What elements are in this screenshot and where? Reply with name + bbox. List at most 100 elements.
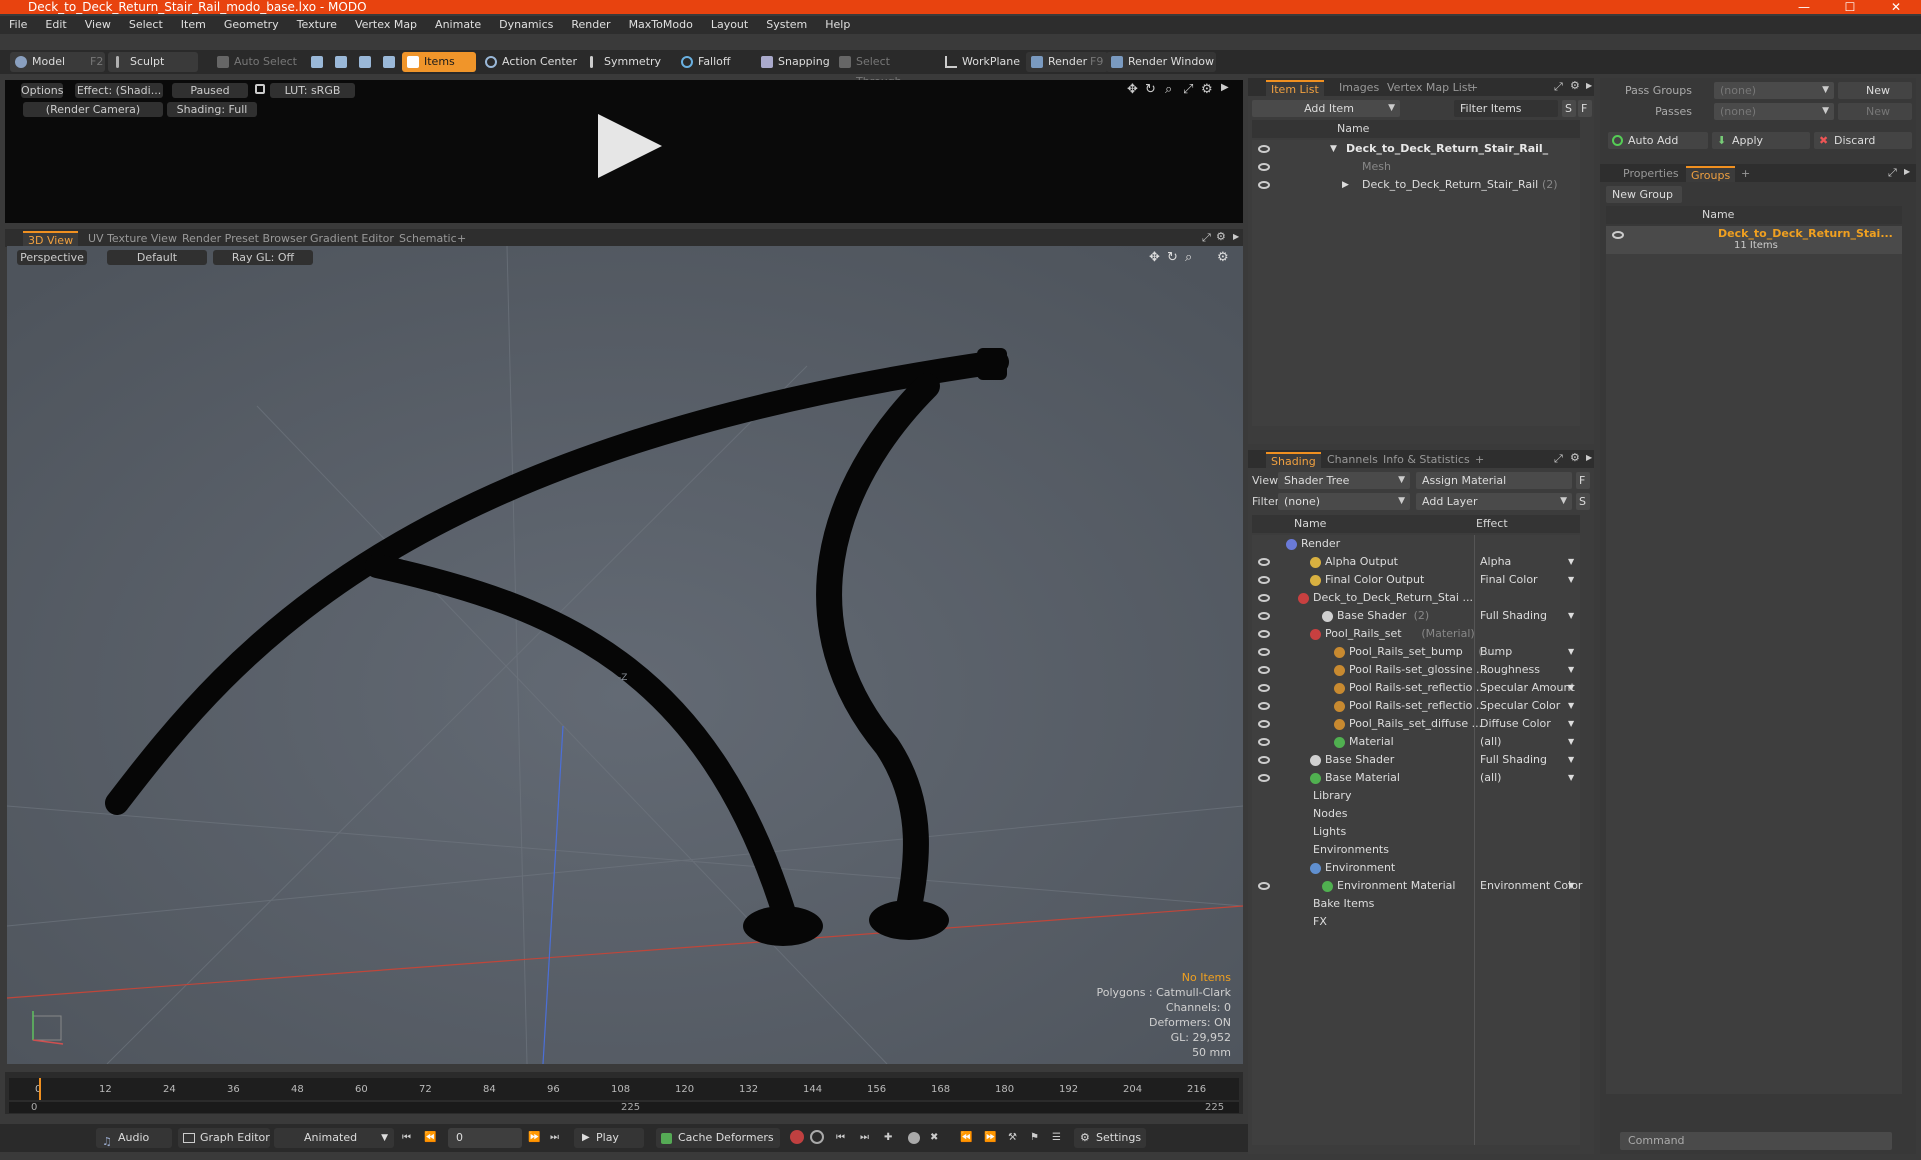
tab-properties[interactable]: Properties xyxy=(1618,166,1684,182)
shading-f-button[interactable]: F xyxy=(1576,472,1590,489)
layer-effect[interactable]: Roughness xyxy=(1480,661,1540,679)
preview-paused-toggle[interactable]: Paused xyxy=(172,83,248,98)
eye-icon[interactable] xyxy=(1258,882,1270,890)
menu-select[interactable]: Select xyxy=(120,16,172,34)
eye-icon[interactable] xyxy=(1258,648,1270,656)
gear-icon[interactable]: ⚙ xyxy=(1570,79,1580,92)
layer-effect[interactable]: Bump xyxy=(1480,643,1512,661)
menu-help[interactable]: Help xyxy=(816,16,859,34)
shader-tree-row[interactable]: Pool Rails-set_glossine ... Roughness ▼ xyxy=(1252,661,1580,679)
sculpt-mode-button[interactable]: Sculpt xyxy=(108,52,198,72)
layer-effect[interactable]: Diffuse Color xyxy=(1480,715,1551,733)
chevron-down-icon[interactable]: ▼ xyxy=(1568,769,1574,787)
apply-button[interactable]: ⬇ Apply xyxy=(1712,132,1810,149)
snapping-button[interactable]: Snapping xyxy=(756,52,842,72)
arrow-right-icon[interactable]: ▶ xyxy=(1233,232,1239,241)
shader-tree-row[interactable]: Pool_Rails_set (Material) xyxy=(1252,625,1580,643)
filter-items-input[interactable]: Filter Items xyxy=(1454,100,1558,117)
3d-viewport[interactable]: -Z Perspective Default Ray GL: Off ✥ ↻ ⌕… xyxy=(7,246,1243,1064)
eye-icon[interactable] xyxy=(1258,594,1270,602)
eye-icon[interactable] xyxy=(1258,630,1270,638)
add-tab-button[interactable]: + xyxy=(1470,452,1489,468)
action-center-button[interactable]: Action Center xyxy=(480,52,580,72)
key-prev-frame-icon[interactable]: ⏪ xyxy=(960,1132,972,1143)
shader-tree-row[interactable]: Bake Items xyxy=(1252,895,1580,913)
layer-effect[interactable]: Specular Amount xyxy=(1480,679,1575,697)
menu-vertex-map[interactable]: Vertex Map xyxy=(346,16,426,34)
items-mode-button[interactable]: Items xyxy=(402,52,476,72)
list-item[interactable]: Mesh xyxy=(1252,158,1580,176)
frame-input[interactable]: 0 xyxy=(448,1128,522,1148)
tab-groups[interactable]: Groups xyxy=(1686,166,1736,182)
maximize-icon[interactable]: ⤢ xyxy=(1202,231,1211,245)
shader-tree-row[interactable]: Pool Rails-set_reflectio ... Specular Col… xyxy=(1252,697,1580,715)
shader-tree-row[interactable]: Pool Rails-set_reflectio ... Specular Amo… xyxy=(1252,679,1580,697)
polygons-mode-button[interactable] xyxy=(354,52,376,72)
render-camera-dropdown[interactable]: (Render Camera) xyxy=(23,102,163,117)
chevron-down-icon[interactable]: ▼ xyxy=(1568,553,1574,571)
shader-tree-row[interactable]: Pool_Rails_set_diffuse ... Diffuse Color ▼ xyxy=(1252,715,1580,733)
pass-groups-dropdown[interactable]: (none) ▼ xyxy=(1714,82,1834,99)
chevron-down-icon[interactable]: ▼ xyxy=(1568,715,1574,733)
maximize-icon[interactable]: ⤢ xyxy=(1554,80,1563,94)
render-button[interactable]: Render F9 xyxy=(1026,52,1108,72)
menu-maxtomodo[interactable]: MaxToModo xyxy=(620,16,702,34)
gear-icon[interactable]: ⚙ xyxy=(1201,82,1213,97)
shader-tree-row[interactable]: Alpha Output Alpha ▼ xyxy=(1252,553,1580,571)
key-icon[interactable]: ✚ xyxy=(884,1132,892,1143)
menu-item[interactable]: Item xyxy=(172,16,215,34)
play-icon[interactable] xyxy=(598,114,662,178)
layer-effect[interactable]: Full Shading xyxy=(1480,751,1547,769)
key-next-frame-icon[interactable]: ⏩ xyxy=(984,1132,996,1143)
maximize-icon[interactable]: ⤢ xyxy=(1554,452,1563,466)
passes-dropdown[interactable]: (none) ▼ xyxy=(1714,103,1834,120)
chevron-down-icon[interactable]: ▼ xyxy=(1568,679,1574,697)
audio-button[interactable]: ♫ Audio xyxy=(96,1128,172,1148)
record-key-icon[interactable] xyxy=(790,1130,804,1144)
chevron-down-icon[interactable]: ▼ xyxy=(1568,607,1574,625)
tab-uv-texture-view[interactable]: UV Texture View xyxy=(83,231,182,247)
shader-tree-row[interactable]: Environment Material Environment Color ▼ xyxy=(1252,877,1582,895)
menu-edit[interactable]: Edit xyxy=(36,16,75,34)
timeline[interactable]: 0 12 24 36 48 60 72 84 96 108 120 132 144 156 168 180 19… xyxy=(5,1072,1243,1114)
shading-dropdown[interactable]: Shading: Full xyxy=(167,102,257,117)
eye-icon[interactable] xyxy=(1258,702,1270,710)
chevron-down-icon[interactable]: ▼ xyxy=(1568,751,1574,769)
tab-gradient-editor[interactable]: Gradient Editor xyxy=(305,231,399,247)
auto-select-button[interactable]: Auto Select xyxy=(212,52,302,72)
shading-s-button[interactable]: S xyxy=(1576,493,1590,510)
tab-render-preset-browser[interactable]: Render Preset Browser xyxy=(177,231,312,247)
eye-icon[interactable] xyxy=(1258,684,1270,692)
group-row[interactable]: Deck_to_Deck_Return_Stai... 11 Items xyxy=(1606,226,1902,254)
layer-effect[interactable]: Full Shading xyxy=(1480,607,1547,625)
next-key-icon[interactable]: ⏭ xyxy=(860,1132,869,1143)
view-dropdown[interactable]: Shader Tree ▼ xyxy=(1278,472,1410,489)
animated-dropdown[interactable]: Animated ▼ xyxy=(274,1128,394,1148)
filter-s-button[interactable]: S xyxy=(1562,100,1576,117)
menu-geometry[interactable]: Geometry xyxy=(215,16,288,34)
shader-tree-row[interactable]: Base Shader Full Shading ▼ xyxy=(1252,751,1580,769)
eye-icon[interactable] xyxy=(1258,163,1270,171)
minimize-button[interactable]: — xyxy=(1784,0,1824,14)
falloff-button[interactable]: Falloff xyxy=(676,52,756,72)
auto-add-button[interactable]: Auto Add xyxy=(1608,132,1708,149)
step-forward-icon[interactable]: ⏩ xyxy=(528,1132,540,1143)
add-tab-button[interactable]: + xyxy=(452,231,471,247)
range-bar[interactable]: 0 225 225 xyxy=(9,1102,1239,1113)
eye-icon[interactable] xyxy=(1258,738,1270,746)
shader-tree-row[interactable]: Lights xyxy=(1252,823,1580,841)
maximize-icon[interactable]: ⤢ xyxy=(1888,166,1897,180)
layer-effect[interactable]: Final Color xyxy=(1480,571,1538,589)
raygl-toggle[interactable]: Ray GL: Off xyxy=(213,250,313,265)
add-tab-button[interactable]: + xyxy=(1736,166,1755,182)
auto-key-icon[interactable] xyxy=(810,1130,824,1144)
zoom-icon[interactable]: ⌕ xyxy=(1165,82,1172,97)
eye-icon[interactable] xyxy=(1258,666,1270,674)
arrow-right-icon[interactable]: ▶ xyxy=(1586,453,1592,462)
menu-animate[interactable]: Animate xyxy=(426,16,490,34)
eye-icon[interactable] xyxy=(1258,720,1270,728)
eye-icon[interactable] xyxy=(1258,558,1270,566)
record-icon[interactable] xyxy=(908,1132,920,1144)
chevron-down-icon[interactable]: ▼ xyxy=(1568,877,1574,895)
gear-icon[interactable]: ⚙ xyxy=(1570,451,1580,464)
